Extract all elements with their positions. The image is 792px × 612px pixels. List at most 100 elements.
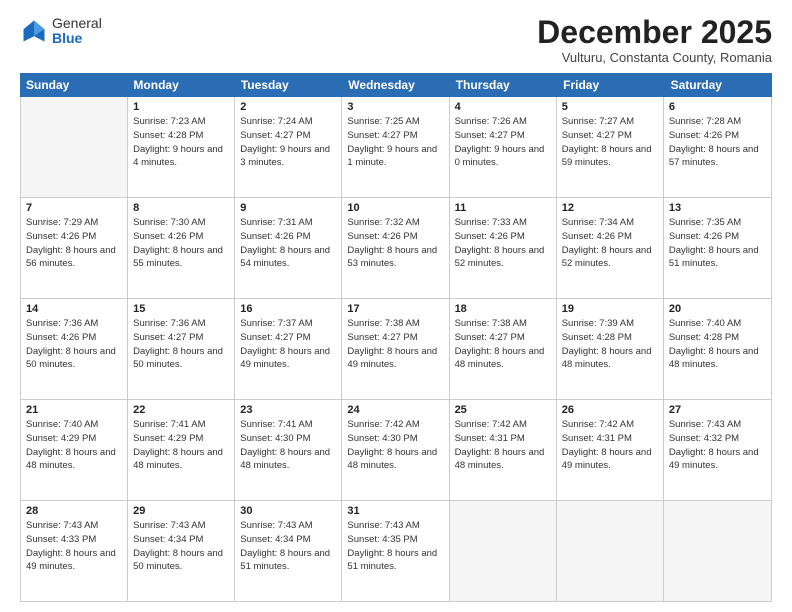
day-number: 30 <box>240 505 336 517</box>
logo: General Blue <box>20 16 102 47</box>
day-cell-30: 30 Sunrise: 7:43 AMSunset: 4:34 PMDayligh… <box>235 501 342 601</box>
header-day-thursday: Thursday <box>450 73 557 97</box>
header-day-sunday: Sunday <box>20 73 127 97</box>
day-cell-7: 7Sunrise: 7:29 AMSunset: 4:26 PMDaylight… <box>21 198 128 298</box>
day-cell-23: 23 Sunrise: 7:41 AMSunset: 4:30 PMDayligh… <box>235 400 342 500</box>
calendar-week-3: 14 Sunrise: 7:36 AMSunset: 4:26 PMDayligh… <box>21 299 771 400</box>
day-info: Sunrise: 7:34 AMSunset: 4:26 PMDaylight:… <box>562 216 658 271</box>
day-number: 29 <box>133 505 229 517</box>
day-number: 9 <box>240 202 336 214</box>
header-day-friday: Friday <box>557 73 664 97</box>
header: General Blue December 2025 Vulturu, Cons… <box>20 16 772 65</box>
day-info: Sunrise: 7:40 AMSunset: 4:28 PMDaylight:… <box>669 317 766 372</box>
day-number: 31 <box>347 505 443 517</box>
day-info: Sunrise: 7:40 AMSunset: 4:29 PMDaylight:… <box>26 418 122 473</box>
calendar-week-5: 28 Sunrise: 7:43 AMSunset: 4:33 PMDayligh… <box>21 501 771 601</box>
day-info: Sunrise: 7:42 AMSunset: 4:31 PMDaylight:… <box>455 418 551 473</box>
logo-icon <box>20 17 48 45</box>
day-number: 19 <box>562 303 658 315</box>
day-cell-21: 21 Sunrise: 7:40 AMSunset: 4:29 PMDayligh… <box>21 400 128 500</box>
day-info: Sunrise: 7:38 AMSunset: 4:27 PMDaylight:… <box>455 317 551 372</box>
day-info: Sunrise: 7:41 AMSunset: 4:30 PMDaylight:… <box>240 418 336 473</box>
page: General Blue December 2025 Vulturu, Cons… <box>0 0 792 612</box>
day-info: Sunrise: 7:41 AMSunset: 4:29 PMDaylight:… <box>133 418 229 473</box>
day-info: Sunrise: 7:27 AMSunset: 4:27 PMDaylight:… <box>562 115 658 170</box>
title-area: December 2025 Vulturu, Constanta County,… <box>537 16 772 65</box>
day-info: Sunrise: 7:29 AMSunset: 4:26 PMDaylight:… <box>26 216 122 271</box>
day-cell-3: 3 Sunrise: 7:25 AMSunset: 4:27 PMDaylight… <box>342 97 449 197</box>
day-cell-28: 28 Sunrise: 7:43 AMSunset: 4:33 PMDayligh… <box>21 501 128 601</box>
day-info: Sunrise: 7:33 AMSunset: 4:26 PMDaylight:… <box>455 216 551 271</box>
day-info: Sunrise: 7:30 AMSunset: 4:26 PMDaylight:… <box>133 216 229 271</box>
day-cell-14: 14 Sunrise: 7:36 AMSunset: 4:26 PMDayligh… <box>21 299 128 399</box>
day-number: 5 <box>562 101 658 113</box>
day-info: Sunrise: 7:36 AMSunset: 4:27 PMDaylight:… <box>133 317 229 372</box>
day-info: Sunrise: 7:25 AMSunset: 4:27 PMDaylight:… <box>347 115 443 170</box>
calendar: SundayMondayTuesdayWednesdayThursdayFrid… <box>20 73 772 602</box>
header-day-saturday: Saturday <box>665 73 772 97</box>
day-info: Sunrise: 7:37 AMSunset: 4:27 PMDaylight:… <box>240 317 336 372</box>
empty-cell <box>557 501 664 601</box>
day-info: Sunrise: 7:28 AMSunset: 4:26 PMDaylight:… <box>669 115 766 170</box>
day-info: Sunrise: 7:42 AMSunset: 4:30 PMDaylight:… <box>347 418 443 473</box>
day-info: Sunrise: 7:38 AMSunset: 4:27 PMDaylight:… <box>347 317 443 372</box>
day-number: 16 <box>240 303 336 315</box>
day-info: Sunrise: 7:24 AMSunset: 4:27 PMDaylight:… <box>240 115 336 170</box>
calendar-week-1: 1 Sunrise: 7:23 AMSunset: 4:28 PMDaylight… <box>21 97 771 198</box>
header-day-wednesday: Wednesday <box>342 73 449 97</box>
empty-cell <box>664 501 771 601</box>
day-cell-29: 29 Sunrise: 7:43 AMSunset: 4:34 PMDayligh… <box>128 501 235 601</box>
day-number: 24 <box>347 404 443 416</box>
calendar-header: SundayMondayTuesdayWednesdayThursdayFrid… <box>20 73 772 97</box>
day-info: Sunrise: 7:36 AMSunset: 4:26 PMDaylight:… <box>26 317 122 372</box>
calendar-week-2: 7Sunrise: 7:29 AMSunset: 4:26 PMDaylight… <box>21 198 771 299</box>
day-info: Sunrise: 7:23 AMSunset: 4:28 PMDaylight:… <box>133 115 229 170</box>
day-number: 28 <box>26 505 122 517</box>
day-number: 6 <box>669 101 766 113</box>
calendar-body: 1 Sunrise: 7:23 AMSunset: 4:28 PMDaylight… <box>20 97 772 602</box>
day-number: 26 <box>562 404 658 416</box>
day-number: 22 <box>133 404 229 416</box>
day-cell-2: 2Sunrise: 7:24 AMSunset: 4:27 PMDaylight… <box>235 97 342 197</box>
day-info: Sunrise: 7:43 AMSunset: 4:33 PMDaylight:… <box>26 519 122 574</box>
day-number: 8 <box>133 202 229 214</box>
day-number: 10 <box>347 202 443 214</box>
day-number: 18 <box>455 303 551 315</box>
day-info: Sunrise: 7:43 AMSunset: 4:34 PMDaylight:… <box>133 519 229 574</box>
day-number: 3 <box>347 101 443 113</box>
empty-cell <box>21 97 128 197</box>
day-number: 21 <box>26 404 122 416</box>
day-cell-16: 16 Sunrise: 7:37 AMSunset: 4:27 PMDayligh… <box>235 299 342 399</box>
day-cell-19: 19Sunrise: 7:39 AMSunset: 4:28 PMDayligh… <box>557 299 664 399</box>
day-cell-20: 20Sunrise: 7:40 AMSunset: 4:28 PMDayligh… <box>664 299 771 399</box>
day-number: 1 <box>133 101 229 113</box>
calendar-week-4: 21 Sunrise: 7:40 AMSunset: 4:29 PMDayligh… <box>21 400 771 501</box>
day-cell-5: 5 Sunrise: 7:27 AMSunset: 4:27 PMDaylight… <box>557 97 664 197</box>
day-cell-12: 12 Sunrise: 7:34 AMSunset: 4:26 PMDayligh… <box>557 198 664 298</box>
day-info: Sunrise: 7:26 AMSunset: 4:27 PMDaylight:… <box>455 115 551 170</box>
day-cell-6: 6 Sunrise: 7:28 AMSunset: 4:26 PMDaylight… <box>664 97 771 197</box>
day-number: 27 <box>669 404 766 416</box>
day-info: Sunrise: 7:42 AMSunset: 4:31 PMDaylight:… <box>562 418 658 473</box>
day-number: 14 <box>26 303 122 315</box>
day-number: 23 <box>240 404 336 416</box>
day-cell-18: 18 Sunrise: 7:38 AMSunset: 4:27 PMDayligh… <box>450 299 557 399</box>
day-info: Sunrise: 7:43 AMSunset: 4:34 PMDaylight:… <box>240 519 336 574</box>
day-cell-10: 10 Sunrise: 7:32 AMSunset: 4:26 PMDayligh… <box>342 198 449 298</box>
empty-cell <box>450 501 557 601</box>
logo-blue-label: Blue <box>52 31 102 46</box>
day-number: 12 <box>562 202 658 214</box>
day-number: 11 <box>455 202 551 214</box>
day-cell-24: 24 Sunrise: 7:42 AMSunset: 4:30 PMDayligh… <box>342 400 449 500</box>
logo-general-label: General <box>52 16 102 31</box>
day-cell-8: 8 Sunrise: 7:30 AMSunset: 4:26 PMDaylight… <box>128 198 235 298</box>
location-subtitle: Vulturu, Constanta County, Romania <box>537 50 772 65</box>
day-info: Sunrise: 7:32 AMSunset: 4:26 PMDaylight:… <box>347 216 443 271</box>
day-cell-25: 25Sunrise: 7:42 AMSunset: 4:31 PMDayligh… <box>450 400 557 500</box>
day-cell-26: 26 Sunrise: 7:42 AMSunset: 4:31 PMDayligh… <box>557 400 664 500</box>
day-cell-13: 13Sunrise: 7:35 AMSunset: 4:26 PMDayligh… <box>664 198 771 298</box>
logo-text: General Blue <box>52 16 102 47</box>
day-info: Sunrise: 7:43 AMSunset: 4:32 PMDaylight:… <box>669 418 766 473</box>
day-info: Sunrise: 7:35 AMSunset: 4:26 PMDaylight:… <box>669 216 766 271</box>
day-cell-15: 15Sunrise: 7:36 AMSunset: 4:27 PMDayligh… <box>128 299 235 399</box>
